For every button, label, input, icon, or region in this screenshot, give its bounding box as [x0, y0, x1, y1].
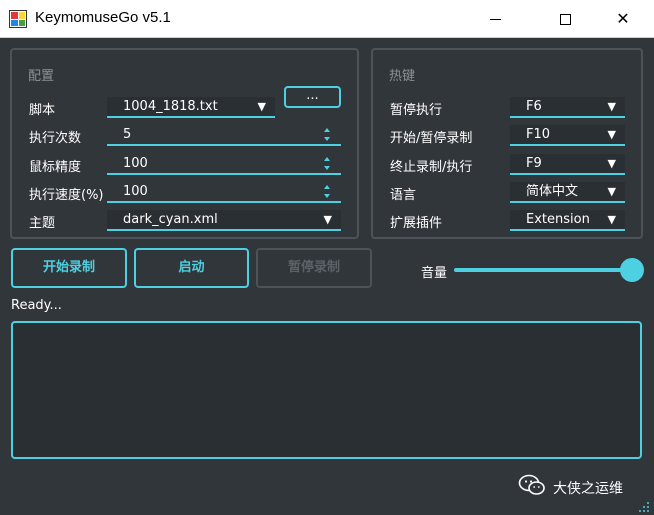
- launch-button[interactable]: 启动: [134, 248, 249, 288]
- chevron-down-icon: ▼: [607, 157, 616, 170]
- watermark-text: 大侠之运维: [553, 481, 623, 497]
- mouse-precision-label: 鼠标精度: [29, 160, 82, 175]
- stop-hotkey-value: F9: [526, 156, 542, 171]
- minimize-icon: [489, 18, 501, 20]
- mouse-precision-spinbox[interactable]: 100: [107, 154, 341, 175]
- minimize-button[interactable]: [472, 0, 518, 38]
- pause-exec-hotkey-select[interactable]: F6 ▼: [510, 97, 625, 118]
- spin-arrows-icon[interactable]: [324, 155, 332, 172]
- chevron-down-icon: ▼: [607, 185, 616, 198]
- stop-hotkey-select[interactable]: F9 ▼: [510, 154, 625, 175]
- close-icon: ✕: [616, 9, 630, 28]
- language-select[interactable]: 简体中文 ▼: [510, 182, 625, 203]
- log-output[interactable]: [11, 321, 642, 459]
- spin-arrows-icon[interactable]: [324, 126, 332, 143]
- exec-count-label: 执行次数: [29, 131, 82, 146]
- stop-label: 终止录制/执行: [390, 160, 473, 175]
- browse-button[interactable]: ...: [284, 86, 341, 108]
- spin-arrows-icon[interactable]: [324, 183, 332, 200]
- record-label: 开始/暂停录制: [390, 131, 473, 146]
- script-select[interactable]: 1004_1818.txt ▼: [107, 97, 275, 118]
- theme-select[interactable]: dark_cyan.xml ▼: [107, 210, 341, 231]
- start-record-button[interactable]: 开始录制: [11, 248, 127, 288]
- language-value: 简体中文: [526, 184, 579, 199]
- exec-speed-spinbox[interactable]: 100: [107, 182, 341, 203]
- chevron-down-icon: ▼: [607, 213, 616, 226]
- exec-count-spinbox[interactable]: 5: [107, 125, 341, 146]
- theme-label: 主题: [29, 216, 56, 231]
- resize-grip-icon[interactable]: [636, 499, 650, 513]
- status-text: Ready...: [11, 298, 62, 313]
- chevron-down-icon: ▼: [607, 128, 616, 141]
- pause-record-button[interactable]: 暂停录制: [256, 248, 372, 288]
- main-window-body: 配置 脚本 1004_1818.txt ▼ 执行次数 5 鼠标精度 100 执行…: [0, 38, 654, 515]
- theme-value: dark_cyan.xml: [123, 212, 218, 227]
- close-button[interactable]: ✕: [600, 0, 646, 38]
- record-hotkey-value: F10: [526, 127, 551, 142]
- volume-slider-track[interactable]: [454, 268, 632, 272]
- hotkey-group: 热键 暂停执行 F6 ▼ 开始/暂停录制 F10 ▼ 终止录制/执行 F9 ▼ …: [371, 48, 643, 239]
- exec-count-value: 5: [123, 127, 132, 142]
- pause-exec-hotkey-value: F6: [526, 99, 542, 114]
- config-group-title: 配置: [28, 69, 55, 84]
- chevron-down-icon: ▼: [607, 100, 616, 113]
- window-title: KeymomuseGo v5.1: [35, 9, 171, 26]
- exec-speed-value: 100: [123, 184, 148, 199]
- volume-slider-handle[interactable]: [620, 258, 644, 282]
- script-value: 1004_1818.txt: [123, 99, 218, 114]
- wechat-icon: [518, 474, 545, 495]
- title-bar: KeymomuseGo v5.1 ✕: [0, 0, 654, 38]
- app-icon: [9, 10, 27, 28]
- volume-label: 音量: [421, 266, 448, 281]
- script-label: 脚本: [29, 103, 56, 118]
- maximize-button[interactable]: [542, 0, 588, 38]
- plugin-select[interactable]: Extension ▼: [510, 210, 625, 231]
- record-hotkey-select[interactable]: F10 ▼: [510, 125, 625, 146]
- hotkey-group-title: 热键: [389, 69, 416, 84]
- exec-speed-label: 执行速度(%): [29, 188, 104, 203]
- mouse-precision-value: 100: [123, 156, 148, 171]
- config-group: 配置 脚本 1004_1818.txt ▼ 执行次数 5 鼠标精度 100 执行…: [10, 48, 359, 239]
- language-label: 语言: [390, 188, 417, 203]
- plugin-label: 扩展插件: [390, 216, 443, 231]
- chevron-down-icon: ▼: [323, 213, 332, 226]
- maximize-icon: [559, 13, 571, 25]
- plugin-value: Extension: [526, 212, 590, 227]
- pause-exec-label: 暂停执行: [390, 103, 443, 118]
- chevron-down-icon: ▼: [257, 100, 266, 113]
